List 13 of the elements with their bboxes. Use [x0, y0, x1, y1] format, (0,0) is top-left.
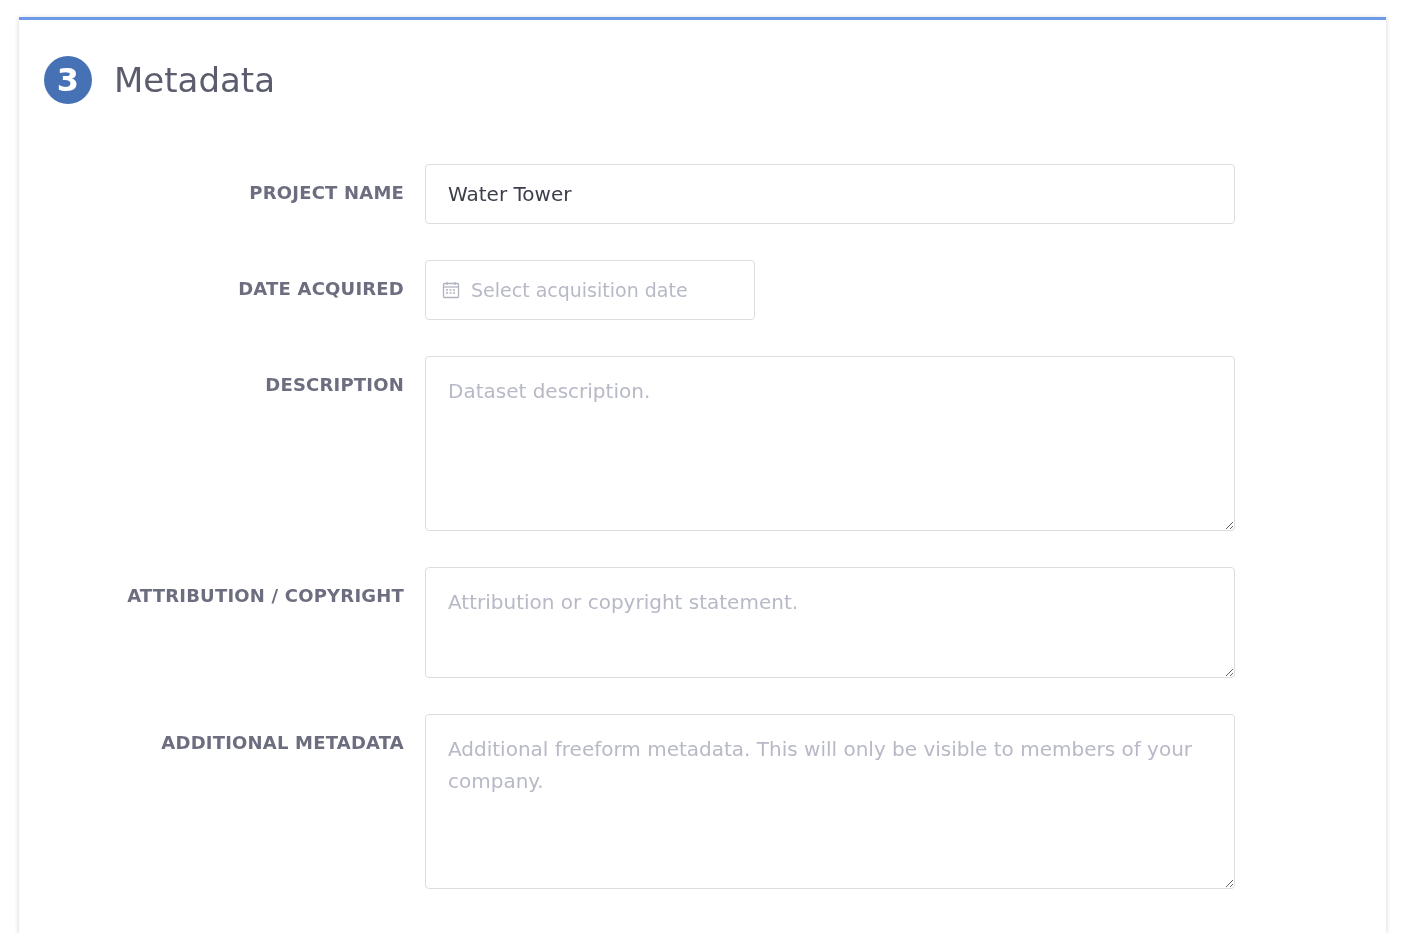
- field-label: PROJECT NAME: [248, 181, 404, 203]
- field-label: ATTRIBUTION / COPYRIGHT: [126, 584, 404, 606]
- date-picker-field[interactable]: Select acquisition date: [425, 260, 755, 320]
- calendar-icon: [442, 281, 460, 299]
- field-label: DATE ACQUIRED: [237, 277, 404, 299]
- field-label: ADDITIONAL METADATA: [160, 731, 404, 753]
- section-title: Metadata: [114, 60, 275, 100]
- text-area-field[interactable]: Attribution or copyright statement.: [425, 567, 1235, 678]
- project-name-field[interactable]: Water Tower: [425, 164, 1235, 224]
- step-number-badge: 3: [44, 56, 92, 104]
- field-label: DESCRIPTION: [264, 373, 404, 395]
- text-area-field[interactable]: Dataset description.: [425, 356, 1235, 531]
- text-area-field[interactable]: Additional freeform metadata. This will only be visible to members of your company.: [425, 714, 1235, 889]
